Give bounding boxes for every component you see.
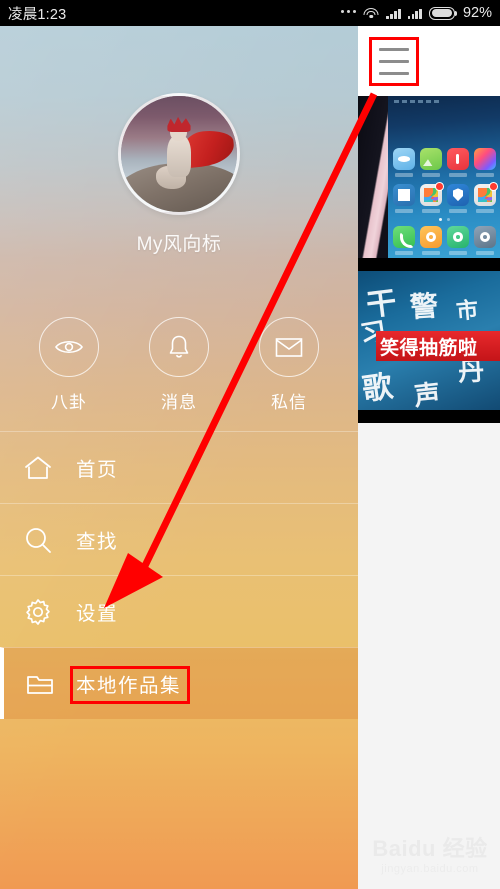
bg-char: 声 (412, 379, 442, 410)
home-icon (0, 454, 76, 482)
avatar[interactable] (118, 93, 240, 215)
sidebar-item-label: 设置 (76, 603, 119, 625)
sidebar-item-home[interactable]: 首页 (0, 431, 358, 503)
signal-icon-2 (407, 7, 422, 19)
thumbnail-video[interactable]: 干 警 市 习 歌 声 丹 笑得抽筋啦 (358, 258, 500, 423)
video-banner-text: 笑得抽筋啦 (380, 336, 478, 359)
battery-icon (428, 6, 458, 20)
gallery-app-icon (420, 148, 442, 177)
badge-icon (489, 182, 498, 191)
content-panel: 干 警 市 习 歌 声 丹 笑得抽筋啦 Baidu 经验 jingyan.bai… (358, 26, 500, 889)
eye-icon (39, 317, 99, 377)
weather-app-icon (393, 148, 415, 177)
quick-action-messages[interactable]: 消息 (136, 317, 222, 413)
photo-status-row (394, 100, 440, 103)
quick-action-gossip[interactable]: 八卦 (26, 317, 112, 413)
sidebar-item-label: 查找 (76, 531, 119, 553)
avatar-body (167, 135, 191, 178)
messages-app-icon (420, 226, 442, 255)
video-banner: 笑得抽筋啦 (376, 331, 500, 361)
sidebar-item-settings[interactable]: 设置 (0, 575, 358, 647)
drawer-menu: 首页 查找 设置 本地作品集 (0, 431, 358, 719)
gear-icon (0, 597, 76, 627)
username-label: My风向标 (136, 234, 222, 255)
security-app-icon (447, 184, 469, 213)
quick-action-label: 八卦 (51, 393, 87, 412)
folder-app-icon-1 (420, 182, 444, 213)
page-indicator-dots (388, 218, 500, 221)
sidebar-item-label: 首页 (76, 459, 119, 481)
sidebar-item-label: 本地作品集 (76, 675, 182, 697)
signal-icon-1 (386, 7, 401, 19)
navigation-drawer: My风向标 八卦 消息 私信 首页 查找 设置 本地作品集 (0, 26, 358, 889)
watermark-url: jingyan.baidu.com (381, 863, 479, 875)
profile-section[interactable]: My风向标 (0, 93, 358, 256)
settings-app-icon (474, 226, 496, 255)
app-icon-row-1 (393, 148, 496, 177)
app-icon-row-2 (393, 182, 498, 213)
watermark-title: Baidu 经验 (372, 836, 488, 861)
status-time: 凌晨1:23 (8, 6, 67, 23)
status-bar: 凌晨1:23 92% (0, 0, 500, 26)
quick-action-label: 私信 (271, 393, 307, 412)
wifi-icon (363, 7, 379, 20)
theme-app-icon (474, 148, 496, 177)
hamburger-highlight-box (369, 37, 419, 86)
phone-screen: 凌晨1:23 92% 干 警 市 习 歌 声 丹 笑得抽筋啦 Baidu 经验 … (0, 0, 500, 889)
app-top-bar (358, 26, 500, 96)
tools-app-icon (393, 184, 415, 213)
search-icon (0, 525, 76, 555)
app-icon-row-3 (393, 226, 496, 255)
badge-icon (435, 182, 444, 191)
quick-actions: 八卦 消息 私信 (0, 317, 358, 413)
camera-app-icon (447, 226, 469, 255)
thumbnail-phone-home[interactable] (358, 96, 500, 258)
folder-icon (4, 671, 76, 697)
more-dots-icon (341, 10, 357, 16)
bell-icon (149, 317, 209, 377)
baidu-watermark: Baidu 经验 jingyan.baidu.com (366, 836, 494, 876)
video-frame: 干 警 市 习 歌 声 丹 笑得抽筋啦 (358, 271, 500, 410)
phone-screen-photo (388, 96, 500, 258)
sidebar-item-local-works[interactable]: 本地作品集 (0, 647, 358, 719)
status-icons: 92% (341, 5, 492, 21)
quick-action-direct-message[interactable]: 私信 (246, 317, 332, 413)
music-app-icon (447, 148, 469, 177)
sidebar-item-search[interactable]: 查找 (0, 503, 358, 575)
bg-char: 市 (455, 297, 480, 324)
bg-char: 警 (409, 291, 440, 324)
battery-percent: 92% (462, 5, 492, 21)
phone-app-icon (393, 226, 415, 255)
envelope-icon (259, 317, 319, 377)
folder-app-icon-2 (474, 182, 498, 213)
bg-char: 歌 (360, 370, 395, 407)
quick-action-label: 消息 (161, 393, 197, 412)
